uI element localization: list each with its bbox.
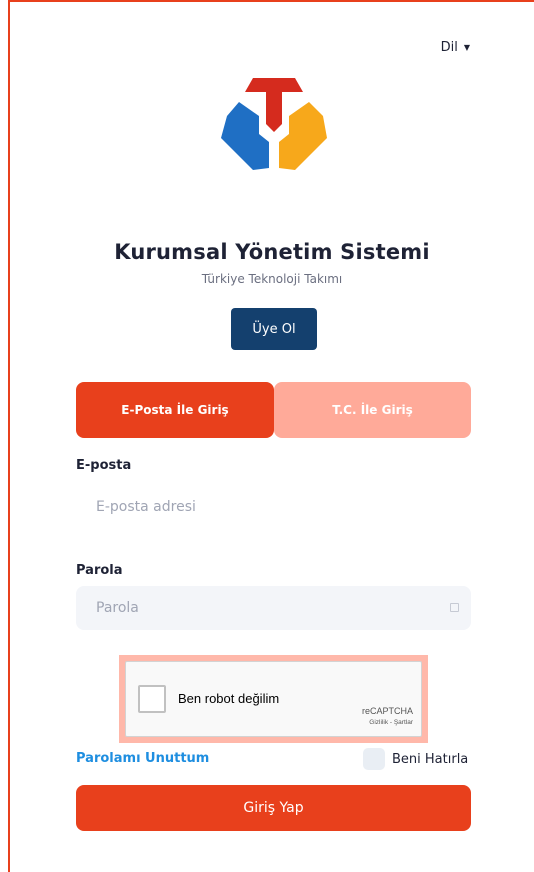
- login-page: Dil ▼ Kurumsal Yönetim Sistemi Türkiye T…: [0, 0, 534, 872]
- frame-border-left: [8, 0, 10, 872]
- remember-me-checkbox[interactable]: [363, 748, 385, 770]
- recaptcha-terms-link[interactable]: Gizlilik - Şartlar: [369, 719, 413, 726]
- page-title: Kurumsal Yönetim Sistemi: [114, 240, 430, 264]
- signup-button[interactable]: Üye Ol: [231, 308, 317, 350]
- captcha-checkbox[interactable]: [138, 685, 166, 713]
- password-label: Parola: [76, 563, 123, 578]
- language-dropdown[interactable]: Dil ▼: [441, 40, 470, 55]
- remember-me-label[interactable]: Beni Hatırla: [392, 752, 468, 767]
- email-input[interactable]: [76, 485, 471, 529]
- forgot-password-link[interactable]: Parolamı Unuttum: [76, 751, 209, 766]
- logo-blue-shape: [221, 102, 269, 170]
- eye-icon[interactable]: [450, 603, 459, 612]
- logo-yellow-shape: [279, 102, 327, 170]
- brand-logo: [221, 78, 327, 170]
- tab-tc-login[interactable]: T.C. İle Giriş: [274, 382, 471, 438]
- frame-border-top: [8, 0, 534, 2]
- captcha-highlight: Ben robot değilim reCAPTCHA Gizlilik - Ş…: [119, 655, 428, 743]
- login-button[interactable]: Giriş Yap: [76, 785, 471, 831]
- captcha-label: Ben robot değilim: [178, 691, 280, 706]
- recaptcha-widget: Ben robot değilim reCAPTCHA Gizlilik - Ş…: [125, 661, 422, 737]
- tab-email-login[interactable]: E-Posta İle Giriş: [76, 382, 274, 438]
- page-subtitle: Türkiye Teknoloji Takımı: [201, 272, 343, 286]
- password-input[interactable]: [76, 586, 471, 630]
- language-label: Dil: [440, 40, 458, 55]
- email-label: E-posta: [76, 458, 132, 473]
- recaptcha-brand: reCAPTCHA: [361, 706, 413, 716]
- caret-down-icon: ▼: [463, 43, 470, 52]
